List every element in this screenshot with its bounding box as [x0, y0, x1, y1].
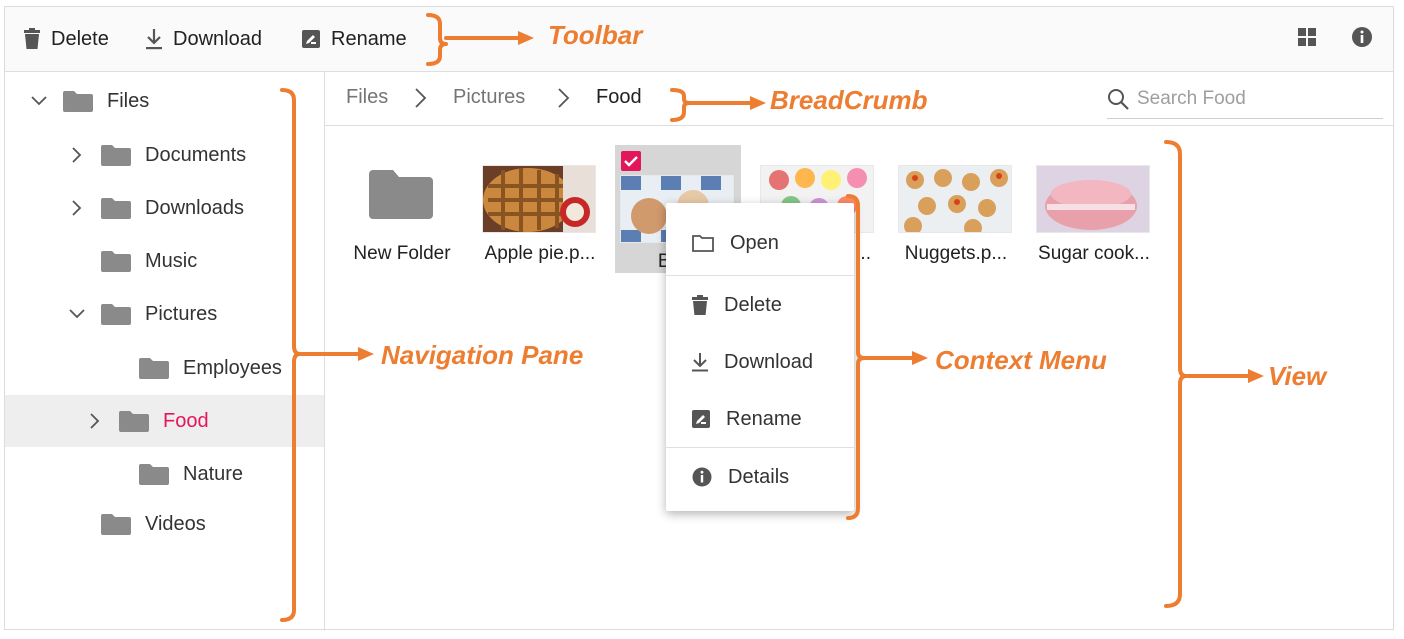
- annotation-breadcrumb: BreadCrumb: [770, 85, 928, 115]
- annotation-navigation-pane: Navigation Pane: [381, 340, 584, 370]
- annotation-context-menu: Context Menu: [935, 345, 1107, 375]
- annotation-view: View: [1268, 361, 1327, 391]
- annotation-overlay: [280, 13, 1264, 622]
- annotation-toolbar: Toolbar: [548, 20, 643, 50]
